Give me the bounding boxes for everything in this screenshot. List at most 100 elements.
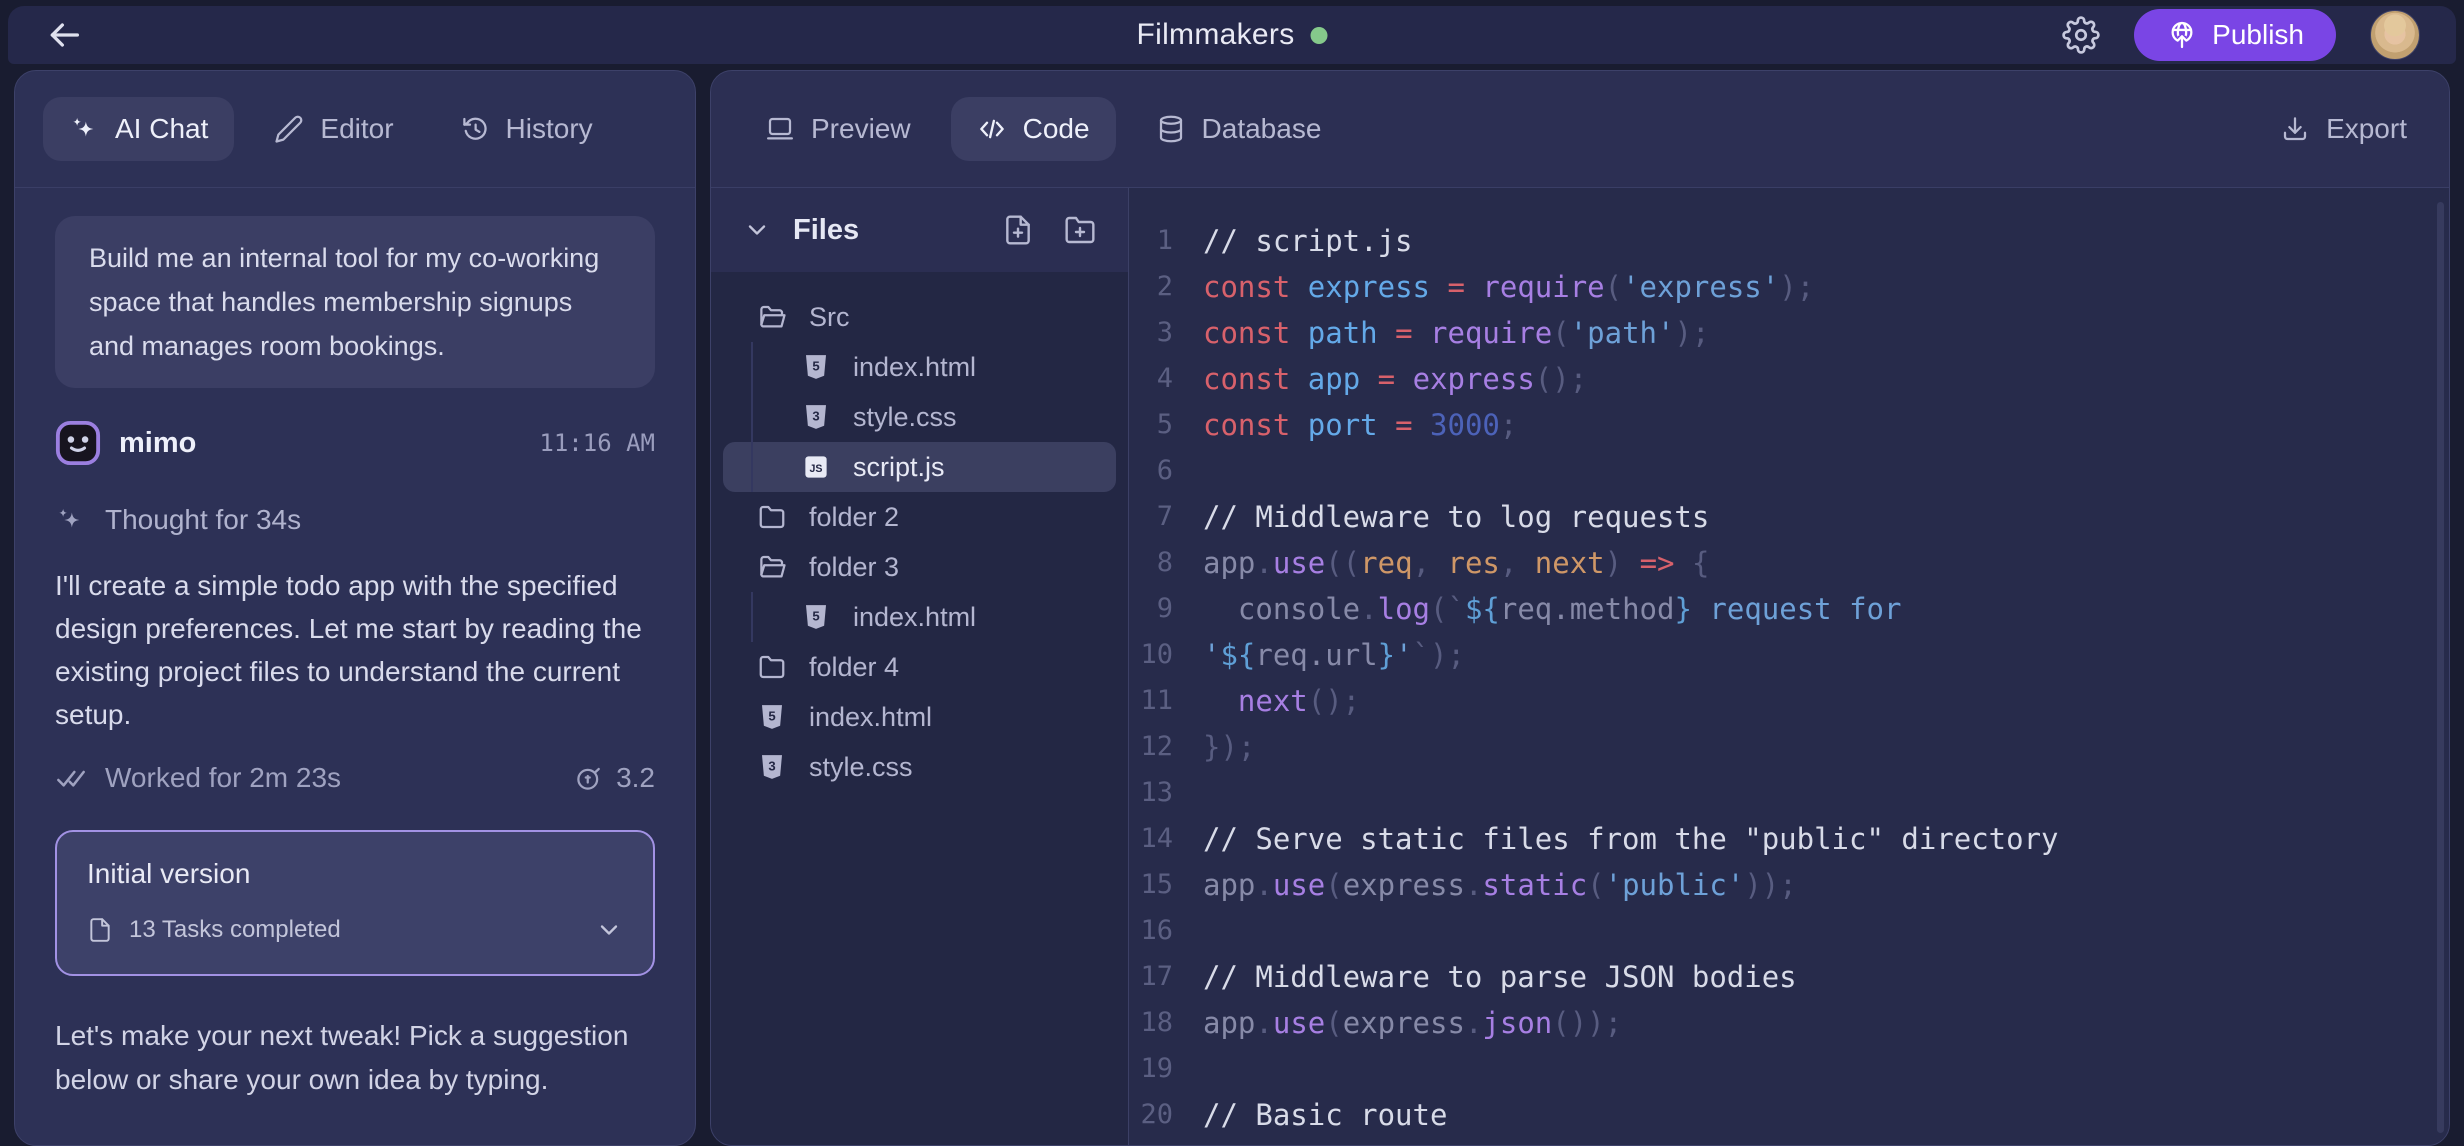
code-text: // Basic route [1203,1092,1447,1138]
folder-row-src[interactable]: Src [723,292,1116,342]
code-line-7: 7// Middleware to log requests [1129,494,2449,540]
code-text: // Serve static files from the "public" … [1203,816,2059,862]
code-text: app.use((req, res, next) => { [1203,540,1709,586]
version-title: Initial version [87,858,623,890]
line-number: 9 [1129,586,1203,632]
svg-text:JS: JS [810,463,823,475]
thought-summary[interactable]: Thought for 34s [55,504,655,536]
user-avatar[interactable] [2370,10,2420,60]
line-number: 12 [1129,724,1203,770]
code-text: }); [1203,724,1255,770]
code-line-5: 5const port = 3000; [1129,402,2449,448]
tree-item-label: style.css [853,402,957,433]
code-text: const app = express(); [1203,356,1587,402]
globe-publish-icon [2166,19,2198,51]
tab-editor[interactable]: Editor [248,97,419,161]
line-number: 15 [1129,862,1203,908]
code-editor[interactable]: 1// script.js2const express = require('e… [1129,188,2449,1145]
editor-scrollbar[interactable] [2437,202,2444,1133]
workspace-tabs: Preview Code Database Export [711,71,2449,187]
chevron-down-icon[interactable] [595,916,623,944]
tab-label: History [506,113,593,145]
html-icon: 5 [757,702,787,732]
line-number: 17 [1129,954,1203,1000]
chat-panel: AI Chat Editor History Build me an inter… [14,70,696,1146]
css-icon: 3 [801,402,831,432]
folder-plus-icon[interactable] [1064,214,1096,246]
files-header: Files [711,188,1128,272]
message-timestamp: 11:16 AM [539,429,655,457]
code-text: app.use(express.static('public')); [1203,862,1797,908]
line-number: 6 [1129,448,1203,494]
tab-label: Code [1023,113,1090,145]
tree-item-label: style.css [809,752,913,783]
tree-item-label: index.html [853,602,976,633]
double-check-icon [55,762,87,794]
assistant-message: I'll create a simple todo app with the s… [55,564,655,736]
tab-database[interactable]: Database [1130,97,1348,161]
tab-code[interactable]: Code [951,97,1116,161]
version-card[interactable]: Initial version 13 Tasks completed [55,830,655,976]
workspace-body: Files Src5index.html3style.cssJSscript.j… [711,188,2449,1145]
css-icon: 3 [757,752,787,782]
code-line-20: 20// Basic route [1129,1092,2449,1138]
tree-item-label: index.html [853,352,976,383]
file-plus-icon[interactable] [1002,214,1034,246]
worked-summary: Worked for 2m 23s 3.2 [55,762,655,794]
suggestion-prompt: Let's make your next tweak! Pick a sugge… [55,1014,655,1102]
credits-icon [574,763,604,793]
svg-text:3: 3 [812,408,819,423]
sparkles-icon [69,114,99,144]
tab-ai-chat[interactable]: AI Chat [43,97,234,161]
robot-avatar-icon [55,420,101,466]
credits-used: 3.2 [574,762,655,794]
workspace-panel: Preview Code Database Export Files [710,70,2450,1146]
file-row-index.html[interactable]: 5 index.html [723,692,1116,742]
chat-scroll-area[interactable]: Build me an internal tool for my co-work… [15,188,695,1145]
tree-item-label: index.html [809,702,932,733]
code-line-16: 16 [1129,908,2449,954]
files-sidebar: Files Src5index.html3style.cssJSscript.j… [711,188,1129,1145]
code-text: app.use(express.json()); [1203,1000,1622,1046]
file-row-style.css[interactable]: 3 style.css [723,392,1116,442]
database-icon [1156,114,1186,144]
thought-label: Thought for 34s [105,504,301,536]
folder-row-folder-2[interactable]: folder 2 [723,492,1116,542]
tab-history[interactable]: History [434,97,619,161]
line-number: 7 [1129,494,1203,540]
top-bar-actions: Publish [2062,9,2420,61]
version-tasks-row[interactable]: 13 Tasks completed [87,916,623,944]
file-row-script.js[interactable]: JSscript.js [723,442,1116,492]
file-row-index.html[interactable]: 5 index.html [723,592,1116,642]
line-number: 1 [1129,218,1203,264]
file-row-style.css[interactable]: 3 style.css [723,742,1116,792]
online-status-dot [1311,27,1328,44]
code-line-15: 15app.use(express.static('public')); [1129,862,2449,908]
code-line-6: 6 [1129,448,2449,494]
tree-item-label: folder 2 [809,502,899,533]
publish-button[interactable]: Publish [2134,9,2336,61]
code-line-2: 2const express = require('express'); [1129,264,2449,310]
file-tree: Src5index.html3style.cssJSscript.jsfolde… [711,272,1128,1145]
line-number: 13 [1129,770,1203,816]
chevron-down-icon[interactable] [743,216,771,244]
html-icon: 5 [801,602,831,632]
code-line-14: 14// Serve static files from the "public… [1129,816,2449,862]
folder-row-folder-4[interactable]: folder 4 [723,642,1116,692]
folder-icon [757,502,787,532]
file-row-index.html[interactable]: 5index.html [723,342,1116,392]
line-number: 2 [1129,264,1203,310]
line-number: 11 [1129,678,1203,724]
folder-row-folder-3[interactable]: folder 3 [723,542,1116,592]
preview-icon [765,114,795,144]
export-label: Export [2326,113,2407,145]
tab-preview[interactable]: Preview [739,97,937,161]
line-number: 10 [1129,632,1203,678]
export-button[interactable]: Export [2280,113,2421,145]
back-icon[interactable] [44,15,84,55]
code-line-4: 4const app = express(); [1129,356,2449,402]
tab-label: Editor [320,113,393,145]
tree-item-label: folder 3 [809,552,899,583]
code-text: // script.js [1203,218,1413,264]
gear-icon[interactable] [2062,16,2100,54]
